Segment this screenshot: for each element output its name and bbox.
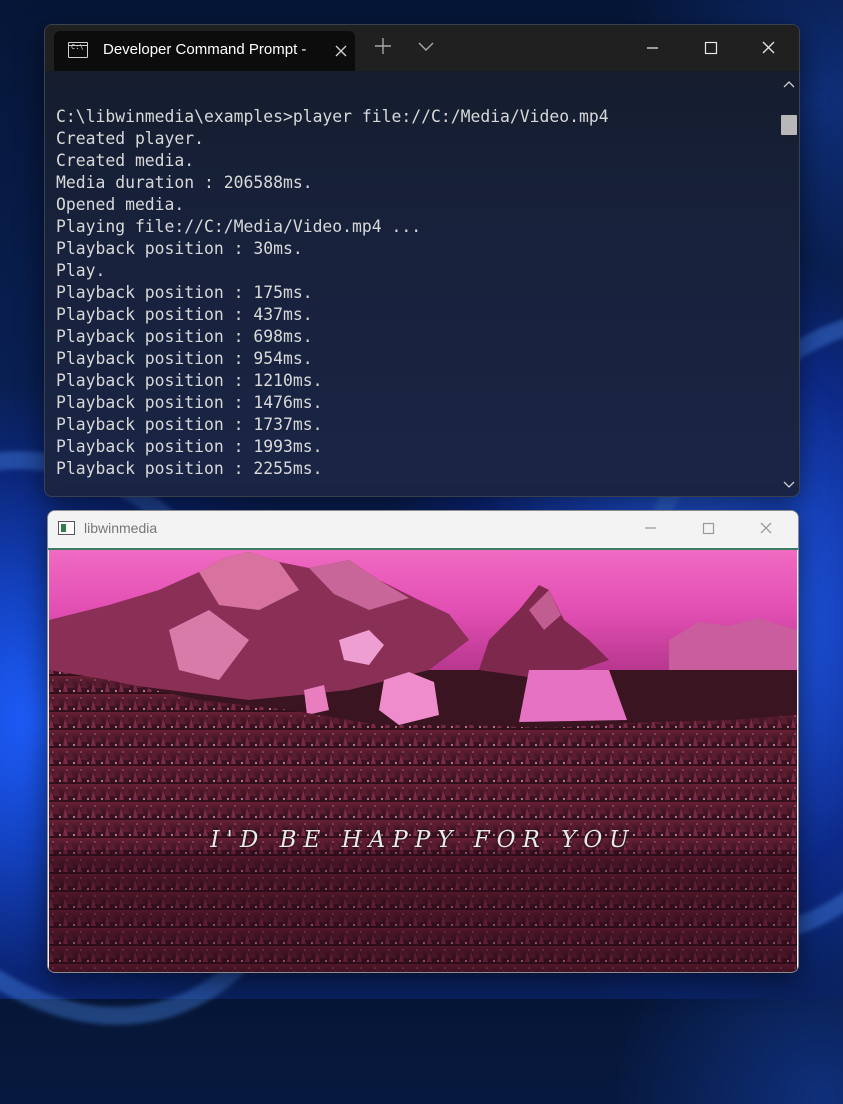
terminal-line: Media duration : 206588ms. (56, 173, 313, 192)
terminal-line: C:\libwinmedia\examples>player file://C:… (56, 107, 609, 126)
terminal-line: Playback position : 1737ms. (56, 415, 323, 434)
mountain-scene-image (49, 550, 797, 972)
player-maximize-button[interactable] (685, 514, 731, 544)
terminal-line: Play. (56, 261, 106, 280)
player-titlebar: libwinmedia (48, 511, 798, 548)
minimize-button[interactable] (629, 33, 675, 63)
chevron-down-icon[interactable] (417, 39, 437, 59)
player-minimize-button[interactable] (627, 514, 673, 544)
close-button[interactable] (745, 33, 791, 63)
command-prompt-icon: C:\ (68, 42, 88, 58)
scroll-down-icon[interactable] (781, 476, 797, 490)
terminal-line: Playback position : 954ms. (56, 349, 313, 368)
terminal-line: Playback position : 30ms. (56, 239, 303, 258)
terminal-line: Playback position : 1210ms. (56, 371, 323, 390)
minimize-icon (647, 47, 658, 49)
terminal-line: Playback position : 1993ms. (56, 437, 323, 456)
terminal-line: Created player. (56, 129, 205, 148)
maximize-button[interactable] (687, 33, 733, 63)
minimize-icon (645, 527, 656, 529)
terminal-line: Playing file://C:/Media/Video.mp4 ... (56, 217, 422, 236)
close-icon (762, 41, 775, 54)
terminal-line: Playback position : 2255ms. (56, 459, 323, 478)
terminal-line: Opened media. (56, 195, 185, 214)
maximize-icon (704, 41, 718, 55)
maximize-icon (702, 522, 715, 535)
scrollbar-thumb[interactable] (781, 115, 797, 135)
terminal-scrollbar[interactable] (777, 71, 799, 496)
terminal-output[interactable]: C:\libwinmedia\examples>player file://C:… (45, 71, 781, 496)
player-window: libwinmedia I'D BE HAPPY FOR YOU (47, 510, 799, 973)
terminal-titlebar: C:\ Developer Command Prompt - (45, 25, 799, 71)
new-tab-plus-icon[interactable] (373, 36, 393, 62)
terminal-line: Playback position : 1476ms. (56, 393, 323, 412)
terminal-line: Playback position : 175ms. (56, 283, 313, 302)
tab-close-icon[interactable] (331, 41, 351, 61)
video-frame[interactable]: I'D BE HAPPY FOR YOU (49, 550, 797, 972)
terminal-text: C:\libwinmedia\examples>player file://C:… (56, 106, 609, 480)
player-title: libwinmedia (84, 520, 158, 536)
video-caption: I'D BE HAPPY FOR YOU (210, 827, 636, 853)
tab-title: Developer Command Prompt - (103, 41, 307, 58)
close-icon (760, 522, 772, 534)
terminal-line: Playback position : 437ms. (56, 305, 313, 324)
terminal-tab[interactable]: C:\ Developer Command Prompt - (54, 31, 355, 71)
app-window-icon (58, 521, 75, 535)
scroll-up-icon[interactable] (781, 75, 797, 89)
terminal-line: Created media. (56, 151, 195, 170)
terminal-window: C:\ Developer Command Prompt - C:\libwin… (44, 24, 800, 497)
terminal-line: Playback position : 698ms. (56, 327, 313, 346)
player-close-button[interactable] (743, 514, 789, 544)
